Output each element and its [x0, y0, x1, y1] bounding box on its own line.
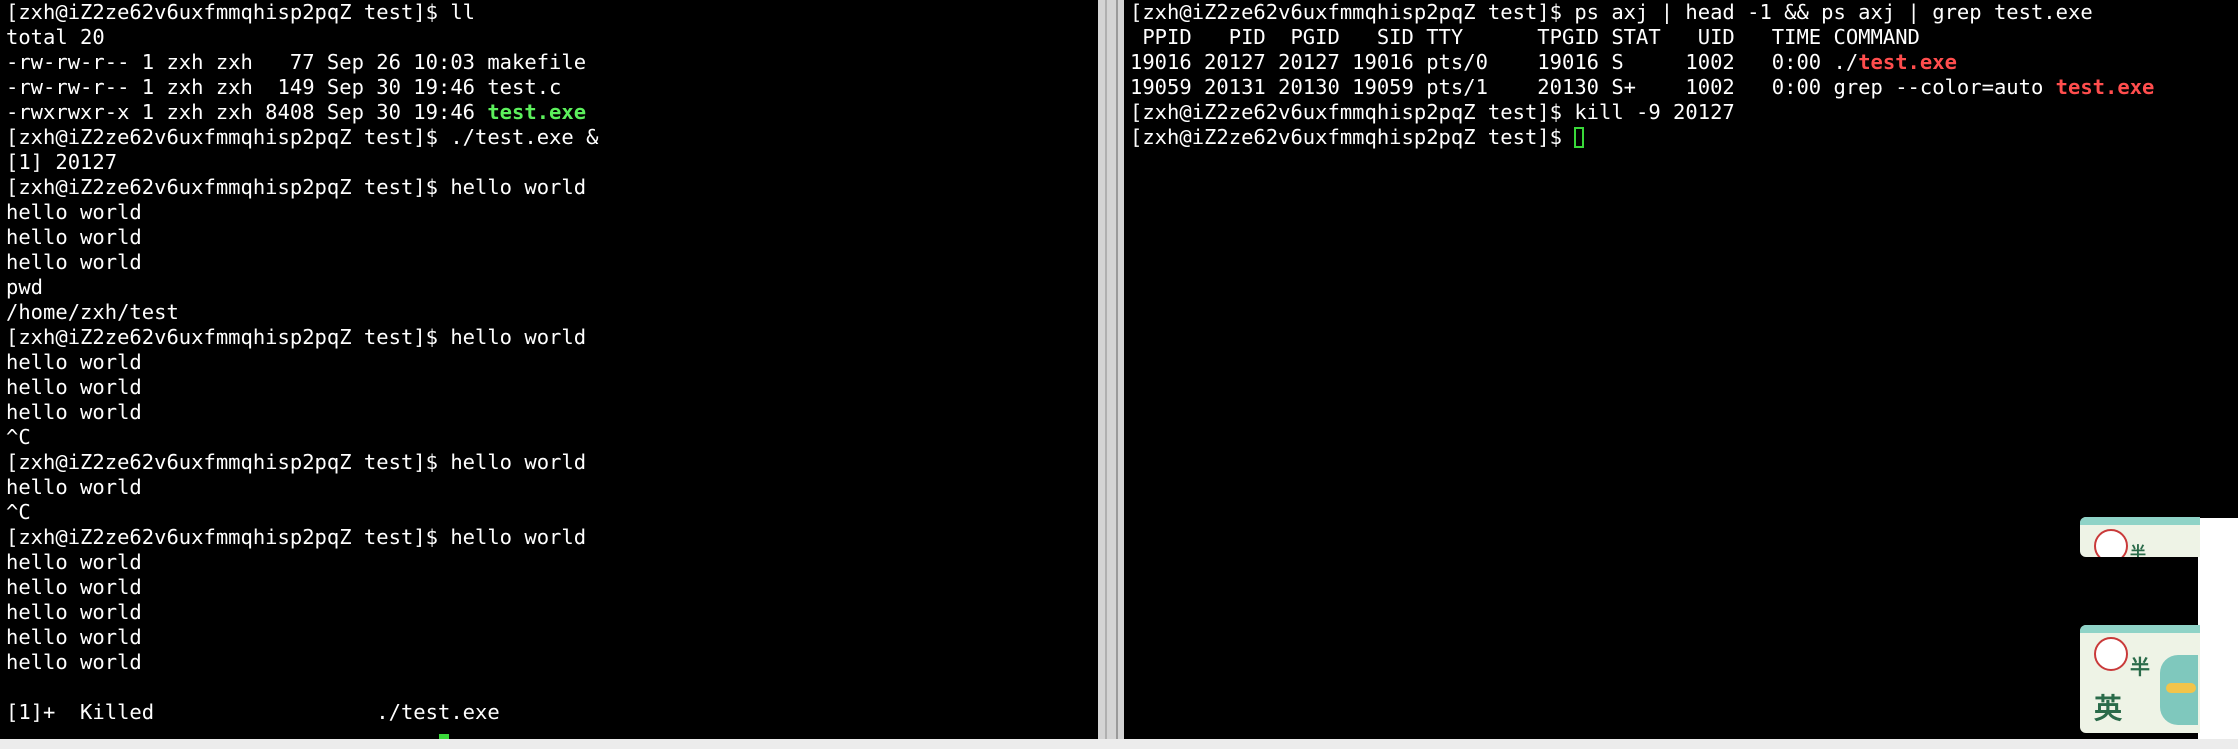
widget-label-large: 英 — [2094, 692, 2123, 725]
right-terminal-line: [zxh@iZ2ze62v6uxfmmqhisp2pqZ test]$ ps a… — [1130, 0, 2238, 25]
left-terminal-line: hello world — [6, 225, 1098, 250]
terminal-text: [zxh@iZ2ze62v6uxfmmqhisp2pqZ test]$ hell… — [6, 175, 587, 199]
right-terminal-line: [zxh@iZ2ze62v6uxfmmqhisp2pqZ test]$ kill… — [1130, 100, 2238, 125]
terminal-text: PPID PID PGID SID TTY TPGID STAT UID TIM… — [1130, 25, 1920, 49]
terminal-text: hello world — [6, 625, 142, 649]
executable-filename: test.exe — [487, 100, 587, 124]
left-terminal-line: hello world — [6, 550, 1098, 575]
terminal-text: ^C — [6, 500, 31, 524]
terminal-text: hello world — [6, 350, 142, 374]
window-bottom-edge — [0, 739, 2238, 749]
right-terminal-line: 19016 20127 20127 19016 pts/0 19016 S 10… — [1130, 50, 2238, 75]
terminal-text: [zxh@iZ2ze62v6uxfmmqhisp2pqZ test]$ ll — [6, 0, 475, 24]
left-terminal-line: -rw-rw-r-- 1 zxh zxh 149 Sep 30 19:46 te… — [6, 75, 1098, 100]
logo-icon — [2094, 637, 2128, 671]
right-terminal-line: 19059 20131 20130 19059 pts/1 20130 S+ 1… — [1130, 75, 2238, 100]
terminal-text: hello world — [6, 575, 142, 599]
terminal-text: hello world — [6, 400, 142, 424]
terminal-text: [1] 20127 — [6, 150, 118, 174]
right-terminal-line: PPID PID PGID SID TTY TPGID STAT UID TIM… — [1130, 25, 2238, 50]
left-terminal-line: total 20 — [6, 25, 1098, 50]
left-terminal-line: -rw-rw-r-- 1 zxh zxh 77 Sep 26 10:03 mak… — [6, 50, 1098, 75]
left-terminal-line: hello world — [6, 650, 1098, 675]
left-terminal-line: hello world — [6, 350, 1098, 375]
terminal-text: hello world — [6, 225, 142, 249]
left-terminal-line: [zxh@iZ2ze62v6uxfmmqhisp2pqZ test]$ hell… — [6, 325, 1098, 350]
terminal-text: [zxh@iZ2ze62v6uxfmmqhisp2pqZ test]$ — [1130, 125, 1575, 149]
terminal-text: hello world — [6, 475, 142, 499]
split-divider[interactable] — [1098, 0, 1124, 739]
left-terminal-line: hello world — [6, 250, 1098, 275]
terminal-text: hello world — [6, 200, 142, 224]
terminal-text: hello world — [6, 600, 142, 624]
terminal-right[interactable]: [zxh@iZ2ze62v6uxfmmqhisp2pqZ test]$ ps a… — [1124, 0, 2238, 739]
terminal-text: [zxh@iZ2ze62v6uxfmmqhisp2pqZ test]$ hell… — [6, 325, 587, 349]
split-divider-edge — [1105, 0, 1107, 739]
terminal-text: 19059 20131 20130 19059 pts/1 20130 S+ 1… — [1130, 75, 2056, 99]
terminal-text: 19016 20127 20127 19016 pts/0 19016 S 10… — [1130, 50, 1859, 74]
left-terminal-line: [zxh@iZ2ze62v6uxfmmqhisp2pqZ test]$ hell… — [6, 450, 1098, 475]
grep-match-highlight: test.exe — [1858, 50, 1957, 74]
terminal-text: -rw-rw-r-- 1 zxh zxh 149 Sep 30 19:46 te… — [6, 75, 562, 99]
left-terminal-line: [1]+ Killed ./test.exe — [6, 700, 1098, 725]
left-terminal-line: [zxh@iZ2ze62v6uxfmmqhisp2pqZ test]$ hell… — [6, 525, 1098, 550]
left-terminal-line: hello world — [6, 600, 1098, 625]
terminal-cursor — [1574, 127, 1585, 148]
widget-banner — [2080, 625, 2200, 633]
terminal-text: hello world — [6, 375, 142, 399]
terminal-text: [zxh@iZ2ze62v6uxfmmqhisp2pqZ test]$ hell… — [6, 450, 587, 474]
scroll-gutter — [2198, 518, 2238, 739]
terminal-left[interactable]: [zxh@iZ2ze62v6uxfmmqhisp2pqZ test]$ ll to… — [0, 0, 1098, 739]
grep-match-highlight: test.exe — [2055, 75, 2155, 99]
left-terminal-line: pwd — [6, 275, 1098, 300]
left-terminal-line: hello world — [6, 375, 1098, 400]
left-terminal-line: hello world — [6, 400, 1098, 425]
widget-label: 半 — [2130, 543, 2147, 557]
left-terminal-line: hello world — [6, 475, 1098, 500]
terminal-text: -rw-rw-r-- 1 zxh zxh 77 Sep 26 10:03 mak… — [6, 50, 587, 74]
left-terminal-line: -rwxrwxr-x 1 zxh zxh 8408 Sep 30 19:46 t… — [6, 100, 1098, 125]
floating-widget-collapsed[interactable]: 半 — [2080, 517, 2200, 557]
floating-widget[interactable]: 半 英 — [2080, 625, 2200, 733]
terminal-text: [zxh@iZ2ze62v6uxfmmqhisp2pqZ test]$ ps a… — [1130, 0, 2093, 24]
terminal-text: [zxh@iZ2ze62v6uxfmmqhisp2pqZ test]$ ./te… — [6, 125, 599, 149]
terminal-text: -rwxrwxr-x 1 zxh zxh 8408 Sep 30 19:46 — [6, 100, 488, 124]
left-terminal-line: [1] 20127 — [6, 150, 1098, 175]
left-terminal-line: [zxh@iZ2ze62v6uxfmmqhisp2pqZ test]$ ll — [6, 0, 1098, 25]
terminal-text: hello world — [6, 650, 142, 674]
terminal-text: /home/zxh/test — [6, 300, 179, 324]
terminal-text: [zxh@iZ2ze62v6uxfmmqhisp2pqZ test]$ kill… — [1130, 100, 1735, 124]
terminal-text: [zxh@iZ2ze62v6uxfmmqhisp2pqZ test]$ hell… — [6, 525, 587, 549]
left-terminal-line: hello world — [6, 575, 1098, 600]
left-terminal-line: hello world — [6, 200, 1098, 225]
left-terminal-line — [6, 675, 1098, 700]
terminal-text: pwd — [6, 275, 44, 299]
widget-banner — [2080, 517, 2200, 525]
right-terminal-line: [zxh@iZ2ze62v6uxfmmqhisp2pqZ test]$ — [1130, 125, 2238, 150]
left-terminal-line: ^C — [6, 500, 1098, 525]
left-terminal-line: [zxh@iZ2ze62v6uxfmmqhisp2pqZ test]$ hell… — [6, 175, 1098, 200]
terminal-text: hello world — [6, 250, 142, 274]
terminal-text: [1]+ Killed ./test.exe — [6, 700, 500, 724]
split-divider-edge — [1116, 0, 1118, 739]
terminal-text: hello world — [6, 550, 142, 574]
left-terminal-line: ^C — [6, 425, 1098, 450]
terminal-text: total 20 — [6, 25, 105, 49]
logo-icon — [2094, 529, 2128, 557]
left-terminal-line: /home/zxh/test — [6, 300, 1098, 325]
surfer-illustration-icon — [2160, 655, 2198, 725]
widget-label: 半 — [2130, 655, 2150, 679]
terminal-text: ^C — [6, 425, 31, 449]
left-terminal-line: hello world — [6, 625, 1098, 650]
left-terminal-line: [zxh@iZ2ze62v6uxfmmqhisp2pqZ test]$ ./te… — [6, 125, 1098, 150]
